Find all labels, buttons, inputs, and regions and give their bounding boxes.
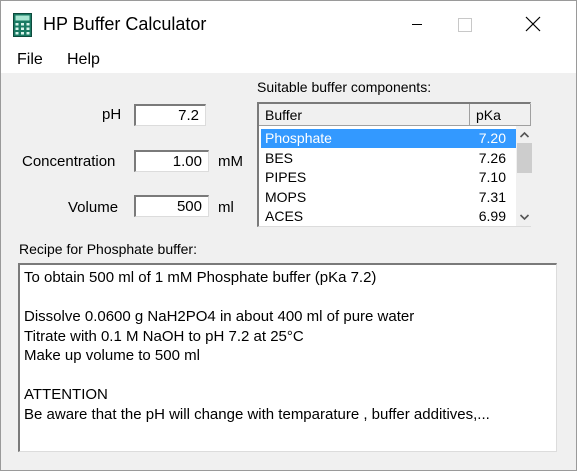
minimize-button[interactable] [394, 1, 440, 46]
scroll-up-button[interactable] [516, 126, 533, 143]
concentration-input[interactable]: 1.00 [134, 150, 209, 172]
recipe-label: Recipe for Phosphate buffer: [19, 241, 197, 257]
list-item[interactable]: BES 7.26 [261, 149, 516, 168]
buffer-pka: 7.26 [478, 150, 506, 166]
recipe-line: Titrate with 0.1 M NaOH to pH 7.2 at 25°… [24, 327, 304, 345]
recipe-line: To obtain 500 ml of 1 mM Phosphate buffe… [24, 269, 377, 286]
volume-label: Volume [68, 199, 119, 216]
window-title: HP Buffer Calculator [43, 14, 207, 34]
list-item[interactable]: PIPES 7.10 [261, 168, 516, 187]
menu-bar: File Help [1, 46, 576, 73]
app-window: HP Buffer Calculator File Help pH 7.2 Co… [0, 0, 577, 471]
recipe-line: Be aware that the pH will change with te… [24, 405, 490, 423]
concentration-unit: mM [218, 153, 243, 170]
minimize-icon [412, 24, 422, 25]
buffer-pka: 7.20 [478, 130, 506, 146]
buffer-name: PIPES [265, 169, 307, 185]
buffer-pka: 7.10 [478, 169, 506, 185]
calculator-icon [13, 13, 32, 37]
list-item[interactable]: ACES 6.99 [261, 207, 516, 226]
recipe-line: Dissolve 0.0600 g NaH2PO4 in about 400 m… [24, 308, 415, 325]
close-icon [525, 16, 541, 32]
column-header-pka[interactable]: pKa [470, 104, 531, 126]
title-bar: HP Buffer Calculator [1, 1, 576, 46]
ph-input[interactable]: 7.2 [134, 104, 206, 126]
maximize-button[interactable] [440, 1, 486, 46]
buffer-pka: 7.31 [478, 189, 506, 205]
buffer-pka: 6.99 [478, 208, 506, 224]
buffer-name: MOPS [265, 189, 307, 205]
maximize-icon [458, 18, 472, 32]
list-scrollbar[interactable] [516, 126, 533, 226]
recipe-line [24, 366, 552, 386]
chevron-up-icon [519, 131, 530, 138]
column-header-buffer[interactable]: Buffer [259, 104, 470, 126]
list-item[interactable]: Phosphate 7.20 [261, 129, 516, 148]
buffer-list-label: Suitable buffer components: [257, 79, 432, 95]
concentration-label: Concentration [22, 153, 116, 170]
recipe-textarea[interactable]: To obtain 500 ml of 1 mM Phosphate buffe… [18, 263, 557, 452]
buffer-list[interactable]: Buffer pKa Phosphate 7.20 BES 7.26 PIPES… [257, 102, 533, 227]
buffer-name: Phosphate [265, 130, 332, 146]
buffer-name: BES [265, 150, 294, 166]
buffer-name: ACES [265, 208, 304, 224]
close-button[interactable] [509, 1, 555, 46]
menu-file[interactable]: File [17, 51, 43, 69]
recipe-line: ATTENTION [24, 386, 108, 403]
list-item[interactable]: MOPS 7.31 [261, 188, 516, 207]
recipe-line: Make up volume to 500 ml [24, 347, 200, 364]
volume-unit: ml [218, 199, 234, 216]
recipe-line [24, 288, 552, 308]
volume-input[interactable]: 500 [134, 195, 209, 217]
ph-label: pH [102, 106, 122, 123]
chevron-down-icon [519, 214, 530, 221]
scroll-down-button[interactable] [516, 209, 533, 226]
menu-help[interactable]: Help [67, 51, 100, 69]
scroll-thumb[interactable] [517, 143, 532, 173]
